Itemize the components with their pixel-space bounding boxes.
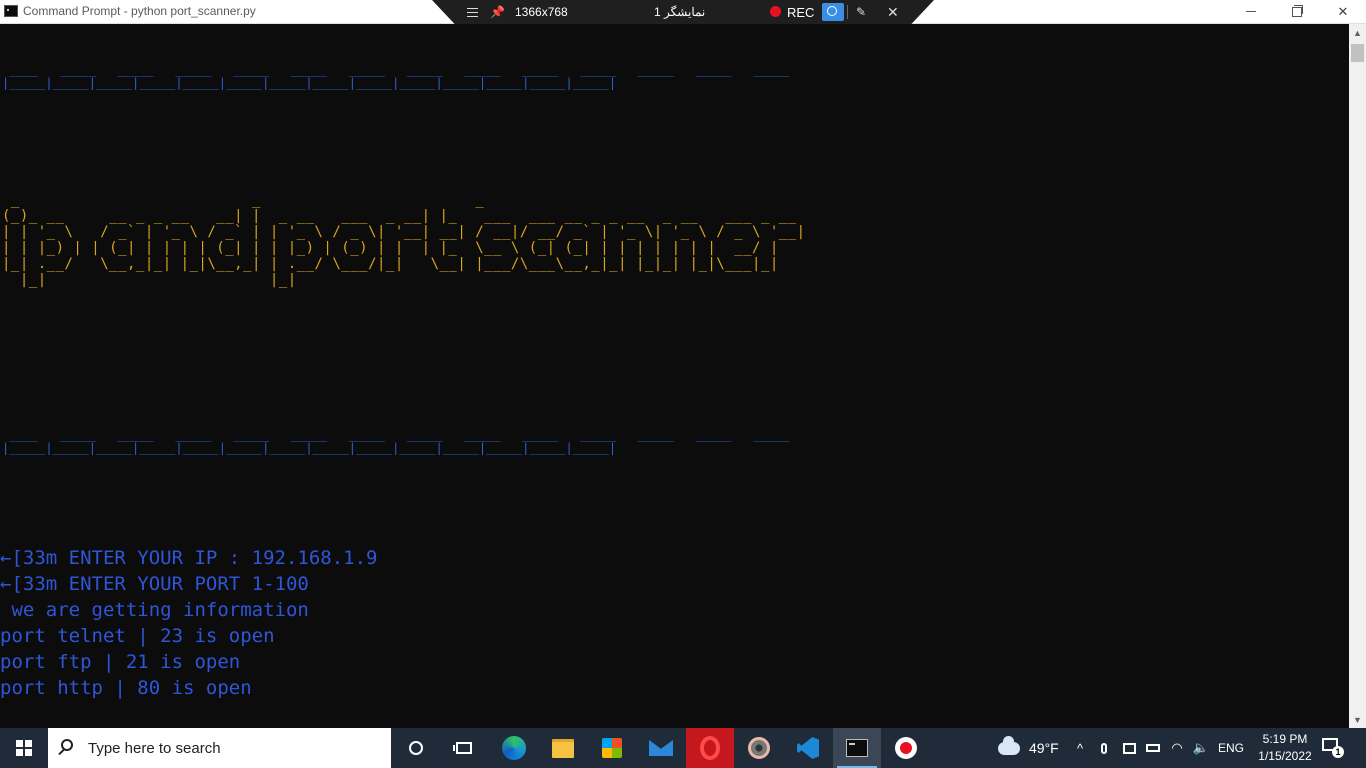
start-button[interactable] [0, 728, 48, 768]
taskbar-edge[interactable] [490, 728, 538, 768]
terminal-icon [846, 739, 868, 757]
clock-date: 1/15/2022 [1258, 749, 1312, 763]
taskbar-search-box[interactable]: Type here to search [48, 728, 391, 768]
show-hidden-icons-chevron-icon[interactable]: ^ [1072, 728, 1088, 768]
output-line: ←[33m ENTER YOUR PORT 1-100 [0, 573, 309, 595]
vscode-icon [797, 737, 819, 759]
banner-line: | | '_ \ / _` | '_ \ / _` | | '_ \ / _ \… [2, 224, 806, 240]
taskbar-screen-recorder[interactable] [882, 728, 930, 768]
rule-bottom-line-2: |_____|_____|_____|_____|_____|_____|___… [2, 441, 617, 455]
scroll-up-icon[interactable]: ▲ [1349, 24, 1366, 41]
program-output: ←[33m ENTER YOUR IP : 192.168.1.9 ←[33m E… [0, 545, 378, 701]
folder-icon [552, 738, 574, 758]
close-button[interactable]: ✕ [1320, 0, 1366, 23]
rule-bottom-line-1: ____ _____ _____ _____ _____ _____ _____… [2, 428, 797, 442]
output-line: ←[33m ENTER YOUR IP : 192.168.1.9 [0, 547, 378, 569]
task-view-button[interactable] [440, 728, 488, 768]
output-line: port telnet | 23 is open [0, 625, 275, 647]
rule-top-line-2: |_____|_____|_____|_____|_____|_____|___… [2, 76, 617, 90]
record-icon [895, 737, 917, 759]
ascii-rule-top: ____ _____ _____ _____ _____ _____ _____… [2, 64, 797, 90]
toolbar-divider [847, 5, 848, 19]
webcam-toggle-button[interactable] [822, 3, 844, 21]
taskbar-command-prompt[interactable] [833, 728, 881, 768]
media-app-icon [748, 737, 770, 759]
taskbar-vscode[interactable] [784, 728, 832, 768]
action-center-button[interactable]: 1 [1322, 738, 1344, 758]
close-icon: ✕ [1337, 3, 1349, 19]
wifi-icon[interactable]: ◠ [1168, 728, 1186, 768]
network-adapter-icon[interactable] [1120, 728, 1138, 768]
console-output-area[interactable]: ____ _____ _____ _____ _____ _____ _____… [0, 24, 1349, 728]
recorder-menu-icon[interactable] [466, 0, 478, 24]
window-title: Command Prompt - python port_scanner.py [23, 4, 256, 18]
battery-icon[interactable] [1144, 728, 1162, 768]
banner-line: | | |_) | | (_| | | | | (_| | | |_) | (_… [2, 240, 806, 256]
ascii-rule-bottom: ____ _____ _____ _____ _____ _____ _____… [2, 429, 797, 455]
store-icon [602, 738, 622, 758]
output-line: port ftp | 21 is open [0, 651, 241, 673]
notification-badge: 1 [1332, 746, 1344, 758]
cmd-app-icon [4, 5, 18, 17]
taskbar-file-explorer[interactable] [539, 728, 587, 768]
draw-pen-icon[interactable]: ✎ [856, 0, 866, 24]
banner-line: |_| .__/ \__,_|_| |_|\__,_| | .__/ \___/… [2, 256, 806, 272]
microphone-icon[interactable] [1096, 728, 1112, 768]
restore-icon [1292, 4, 1303, 17]
output-line: we are getting information [0, 599, 309, 621]
cloud-icon [998, 735, 1020, 755]
search-icon [61, 739, 73, 751]
taskbar-opera[interactable] [686, 728, 734, 768]
weather-widget[interactable]: 49°F [998, 728, 1059, 768]
maximize-button[interactable] [1274, 0, 1320, 23]
minimize-icon [1246, 11, 1256, 12]
recording-resolution: 1366x768 [515, 5, 568, 19]
taskbar-mail[interactable] [637, 728, 685, 768]
taskbar-media-app[interactable] [735, 728, 783, 768]
banner-line: _ _ _ [2, 192, 922, 208]
opera-icon [700, 736, 720, 760]
cortana-button[interactable] [392, 728, 440, 768]
vertical-scrollbar[interactable]: ▲ ▼ [1349, 24, 1366, 728]
rec-button[interactable]: REC [787, 0, 814, 24]
volume-icon[interactable]: 🔈 [1192, 728, 1210, 768]
minimize-button[interactable] [1228, 0, 1274, 23]
edge-icon [502, 736, 526, 760]
taskbar-store[interactable] [588, 728, 636, 768]
search-placeholder: Type here to search [88, 740, 221, 757]
recorder-close-icon[interactable]: ✕ [887, 0, 899, 24]
display-selector[interactable]: نمایشگر 1 [654, 0, 705, 24]
banner-line: (_)_ __ __ _ _ __ __| | _ __ ___ _ __| |… [2, 208, 806, 224]
input-language[interactable]: ENG [1214, 728, 1248, 768]
scrollbar-thumb[interactable] [1351, 44, 1364, 62]
windows-logo-icon [16, 740, 32, 756]
weather-temperature: 49°F [1029, 740, 1059, 756]
mail-icon [649, 740, 673, 756]
screen-recorder-toolbar: 📌 1366x768 نمایشگر 1 REC ✎ ✕ [432, 0, 934, 24]
record-indicator-icon [770, 6, 781, 17]
cortana-icon [409, 741, 423, 755]
ascii-banner: _ _ _ (_)_ __ __ _ _ __ __| | _ __ ___ _… [2, 192, 922, 288]
rule-top-line-1: ____ _____ _____ _____ _____ _____ _____… [2, 63, 797, 77]
windows-taskbar: Type here to search 49°F ^ ◠ 🔈 ENG 5:19 … [0, 728, 1366, 768]
pin-icon[interactable]: 📌 [490, 0, 505, 24]
banner-line: |_| |_| [2, 272, 806, 288]
taskbar-clock[interactable]: 5:19 PM 1/15/2022 [1254, 731, 1316, 765]
task-view-icon [453, 742, 472, 754]
scroll-down-icon[interactable]: ▼ [1349, 711, 1366, 728]
output-line: port http | 80 is open [0, 677, 252, 699]
clock-time: 5:19 PM [1262, 732, 1308, 746]
